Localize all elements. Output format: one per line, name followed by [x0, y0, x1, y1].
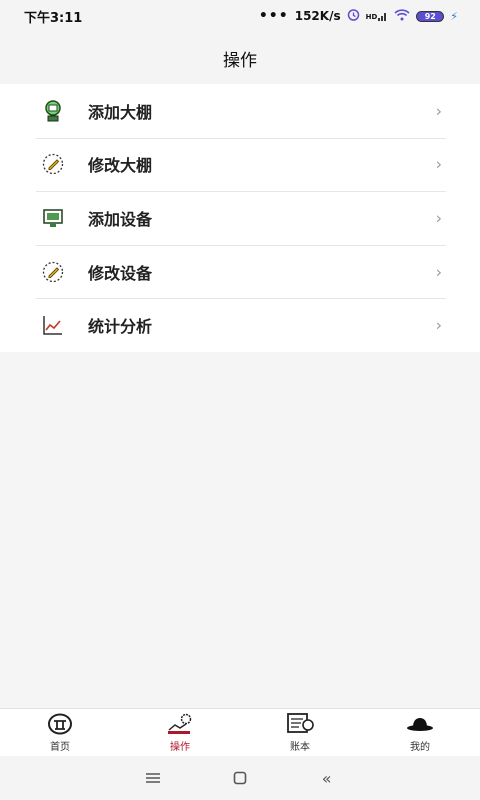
menu-item-edit-device[interactable]: 修改设备 › [0, 244, 480, 299]
battery-level: 92 [424, 11, 436, 21]
menu-item-label: 添加大棚 [88, 102, 153, 122]
tab-ledger[interactable]: 账本 [240, 709, 360, 756]
ledger-icon [285, 712, 315, 736]
menu-icon[interactable] [141, 766, 165, 790]
chart-line-icon [40, 312, 66, 338]
tab-label: 账本 [290, 742, 310, 753]
add-greenhouse-icon [40, 98, 66, 124]
alarm-icon [347, 8, 360, 24]
menu-item-label: 添加设备 [88, 209, 153, 229]
signal-icon: HD [366, 11, 389, 21]
chevron-right-icon: › [435, 208, 442, 228]
hat-icon [405, 712, 435, 736]
tab-profile[interactable]: 我的 [360, 709, 480, 756]
chevron-right-icon: › [435, 262, 442, 282]
home-icon [45, 712, 75, 736]
wifi-icon [394, 8, 410, 24]
menu-item-label: 修改设备 [88, 263, 153, 283]
tab-operation[interactable]: 操作 [120, 709, 240, 756]
status-bar: 下午3:11 ••• 152K/s HD 92 ⚡ [0, 0, 480, 32]
menu-item-label: 统计分析 [88, 317, 153, 337]
chevron-right-icon: › [435, 315, 442, 335]
menu-item-edit-greenhouse[interactable]: 修改大棚 › [0, 137, 480, 192]
tab-label: 首页 [50, 742, 70, 753]
status-indicators: ••• 152K/s HD 92 ⚡ [259, 8, 458, 24]
network-speed: 152K/s [294, 9, 341, 23]
edit-pencil-icon [40, 259, 66, 285]
system-nav-bar: « [0, 756, 480, 800]
chevron-right-icon: › [435, 101, 442, 121]
tab-label: 操作 [170, 742, 190, 753]
page-title: 操作 [223, 50, 257, 71]
menu-item-label: 修改大棚 [88, 156, 153, 176]
home-square-icon[interactable] [228, 766, 252, 790]
operation-menu: 添加大棚 › 修改大棚 › 添加设备 › 修改设备 › 统计分析 › [0, 84, 480, 352]
edit-pencil-icon [40, 151, 66, 177]
tab-home[interactable]: 首页 [0, 709, 120, 756]
tab-label: 我的 [410, 742, 430, 753]
menu-item-add-device[interactable]: 添加设备 › [0, 191, 480, 245]
signal-hd-label: HD [365, 13, 378, 21]
chevron-right-icon: › [435, 154, 442, 174]
back-icon[interactable]: « [315, 766, 339, 790]
more-dots-icon: ••• [258, 8, 289, 24]
status-time: 下午3:11 [24, 10, 83, 26]
charging-icon: ⚡ [450, 9, 458, 23]
bottom-tab-bar: 首页 操作 账本 我的 [0, 708, 480, 756]
add-device-icon [40, 205, 66, 231]
title-bar: 操作 [0, 32, 480, 84]
menu-item-add-greenhouse[interactable]: 添加大棚 › [0, 84, 480, 138]
operation-gear-icon [165, 712, 195, 736]
menu-item-statistics[interactable]: 统计分析 › [0, 298, 480, 352]
battery-icon: 92 [416, 10, 445, 22]
